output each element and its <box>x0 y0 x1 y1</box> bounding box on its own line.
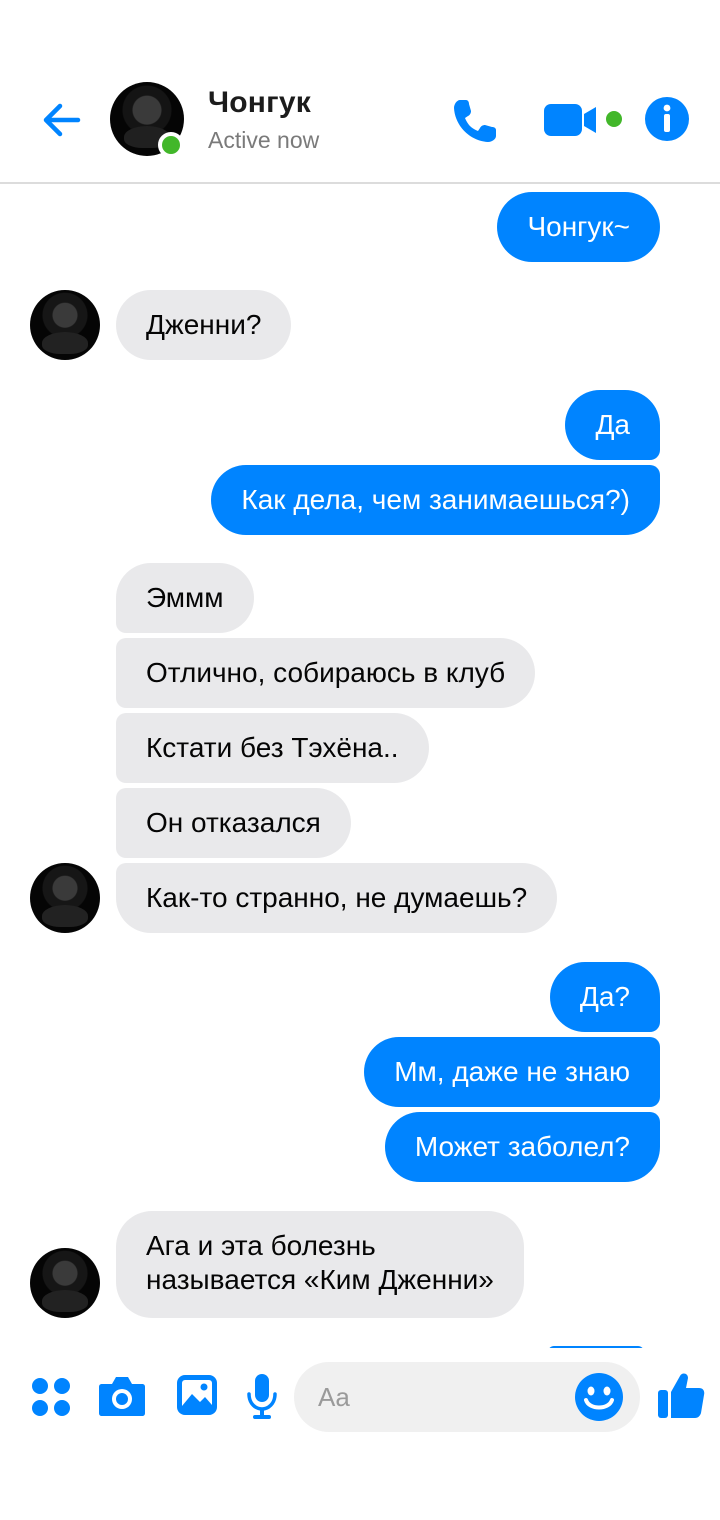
online-indicator <box>158 132 184 158</box>
info-icon[interactable] <box>644 96 690 142</box>
conversation-header: Чонгук Active now <box>0 0 720 184</box>
incoming-message[interactable]: Эммм <box>116 563 254 633</box>
back-arrow-icon[interactable] <box>38 96 86 144</box>
incoming-message-line: Ага и эта болезнь <box>146 1230 376 1261</box>
gallery-icon[interactable] <box>176 1374 218 1416</box>
incoming-message[interactable]: Он отказался <box>116 788 351 858</box>
apps-grid-icon[interactable] <box>30 1376 72 1418</box>
incoming-message[interactable]: Дженни? <box>116 290 292 360</box>
contact-name[interactable]: Чонгук <box>208 86 311 120</box>
phone-icon[interactable] <box>448 94 502 148</box>
contact-avatar-small[interactable] <box>30 863 100 933</box>
outgoing-message[interactable]: Да? <box>549 962 660 1032</box>
thumbs-up-icon[interactable] <box>656 1370 706 1420</box>
incoming-message-line: называется «Ким Дженни» <box>146 1264 494 1295</box>
incoming-message[interactable]: Отлично, собираюсь в клуб <box>116 638 536 708</box>
outgoing-message[interactable]: Мм, даже не знаю <box>364 1037 660 1107</box>
microphone-icon[interactable] <box>246 1372 278 1420</box>
message-input-placeholder: Aa <box>318 1382 350 1412</box>
video-camera-icon[interactable] <box>544 100 604 140</box>
outgoing-message[interactable]: Да <box>565 390 660 460</box>
incoming-message[interactable]: Ага и эта болезнь называется «Ким Дженни… <box>116 1211 524 1318</box>
incoming-message[interactable]: Как-то странно, не думаешь? <box>116 863 558 933</box>
outgoing-message[interactable]: Может заболел? <box>384 1112 660 1182</box>
outgoing-message[interactable]: Чонгук~ <box>497 192 660 262</box>
contact-avatar-small[interactable] <box>30 1248 100 1318</box>
incoming-message[interactable]: Кстати без Тэхёна.. <box>116 713 429 783</box>
camera-icon[interactable] <box>98 1374 146 1418</box>
contact-avatar-small[interactable] <box>30 290 100 360</box>
video-active-indicator <box>606 111 622 127</box>
outgoing-message[interactable]: Как дела, чем занимаешься?) <box>211 465 660 535</box>
contact-status: Active now <box>208 127 320 153</box>
emoji-icon[interactable] <box>574 1372 624 1422</box>
